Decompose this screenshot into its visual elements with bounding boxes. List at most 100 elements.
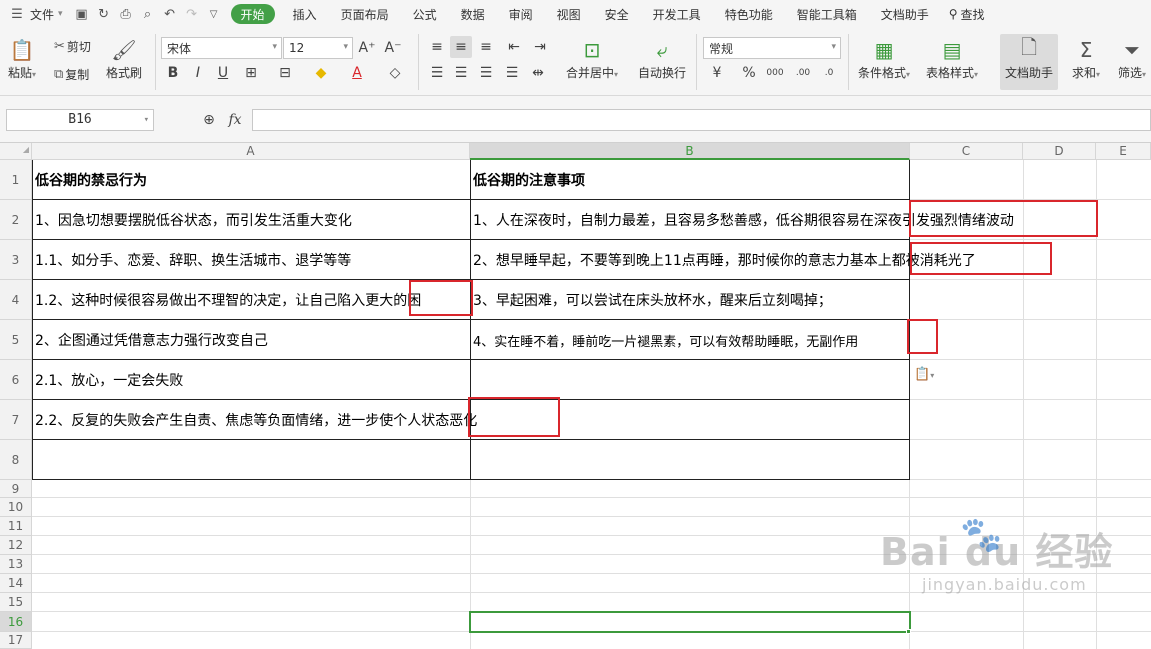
justify-icon[interactable]: ☰ [501,62,523,84]
row-header-11[interactable]: 11 [0,517,32,536]
row-header-3[interactable]: 3 [0,240,32,280]
format-painter-button[interactable]: 🖌 格式刷 [106,36,142,81]
tab-special-features[interactable]: 特色功能 [713,0,785,28]
row-header-13[interactable]: 13 [0,555,32,574]
cut-button[interactable]: ✂ 剪切 [54,38,91,55]
autosave-icon[interactable]: ↻ [93,3,115,25]
outdent-icon[interactable]: ⇤ [503,36,525,58]
tab-page-layout[interactable]: 页面布局 [329,0,401,28]
row-header-14[interactable]: 14 [0,574,32,593]
tab-home[interactable]: 开始 [230,4,275,24]
font-name-select[interactable]: 宋体 ▾ [161,37,282,59]
row-header-5[interactable]: 5 [0,320,32,360]
paste-button[interactable]: 📋 粘贴▾ [8,36,36,81]
tab-smart-toolbox[interactable]: 智能工具箱 [785,0,869,28]
filter-button[interactable]: ⏷ 筛选▾ [1118,36,1146,81]
cell-b3[interactable]: 2、想早睡早起，不要等到晚上11点再睡，那时候你的意志力基本上都被消耗光了 [470,240,976,280]
row-header-15[interactable]: 15 [0,593,32,612]
tab-formulas[interactable]: 公式 [401,0,449,28]
cell-style-icon[interactable]: ⊟ [274,62,296,84]
row-header-12[interactable]: 12 [0,536,32,555]
tab-review[interactable]: 审阅 [497,0,545,28]
name-box[interactable]: B16 ▾ [6,109,154,131]
search-button[interactable]: ⚲ 查找 [941,0,993,28]
tab-view[interactable]: 视图 [545,0,593,28]
fill-handle[interactable] [906,629,911,634]
column-header-e[interactable]: E [1096,143,1151,160]
fill-color-icon[interactable]: ◆ [310,62,332,84]
row-header-4[interactable]: 4 [0,280,32,320]
undo-icon[interactable]: ↶ [159,3,181,25]
row-header-10[interactable]: 10 [0,498,32,517]
indent-icon[interactable]: ⇥ [529,36,551,58]
table-style-button[interactable]: ▤ 表格样式▾ [926,36,978,81]
customize-icon[interactable]: ▽ [203,3,225,25]
cell-a3[interactable]: 1.1、如分手、恋爱、辞职、换生活城市、退学等等 [32,240,351,280]
cell-a4[interactable]: 1.2、这种时候很容易做出不理智的决定，让自己陷入更大的困 [32,280,470,320]
print-icon[interactable]: ⎙ [115,3,137,25]
percent-icon[interactable]: % [738,62,760,84]
bold-icon[interactable]: B [162,62,184,84]
cell-a6[interactable]: 2.1、放心，一定会失败 [32,360,183,400]
tab-doc-assistant[interactable]: 文档助手 [869,0,941,28]
align-left-icon[interactable]: ☰ [426,62,448,84]
font-size-select[interactable]: 12 ▾ [283,37,353,59]
cell-a5[interactable]: 2、企图通过凭借意志力强行改变自己 [32,320,268,360]
row-header-6[interactable]: 6 [0,360,32,400]
decrease-decimal-icon[interactable]: .0 [818,62,840,84]
row-header-7[interactable]: 7 [0,400,32,440]
align-top-icon[interactable]: ≡ [426,36,448,58]
border-icon[interactable]: ⊞ [240,62,262,84]
underline-icon[interactable]: U [212,62,234,84]
selected-cell-b16[interactable] [469,611,911,633]
cell-b1[interactable]: 低谷期的注意事项 [470,160,585,200]
cell-a7[interactable]: 2.2、反复的失败会产生自责、焦虑等负面情绪，进一步使个人状态恶化 [32,400,477,440]
app-menu-icon[interactable]: ☰ [6,3,28,25]
paste-options-icon[interactable]: 📋▾ [914,367,934,382]
decrease-font-icon[interactable]: A⁻ [382,37,404,59]
doc-assistant-button[interactable]: 🗋 文档助手 [1000,34,1058,90]
row-header-2[interactable]: 2 [0,200,32,240]
cell-a2[interactable]: 1、因急切想要摆脱低谷状态，而引发生活重大变化 [32,200,352,240]
align-bottom-icon[interactable]: ≡ [475,36,497,58]
thousands-icon[interactable]: 000 [764,62,786,84]
increase-font-icon[interactable]: A⁺ [356,37,378,59]
tab-insert[interactable]: 插入 [281,0,329,28]
align-middle-icon[interactable]: ≡ [450,36,472,58]
file-menu[interactable]: 文件 ▾ [28,0,71,28]
increase-decimal-icon[interactable]: .00 [792,62,814,84]
clear-icon[interactable]: ◇ [384,62,406,84]
conditional-format-button[interactable]: ▦ 条件格式▾ [858,36,910,81]
redo-icon[interactable]: ↷ [181,3,203,25]
select-all-corner[interactable]: ◢ [0,143,32,160]
currency-icon[interactable]: ¥ [706,62,728,84]
cell-b5[interactable]: 4、实在睡不着，睡前吃一片褪黑素，可以有效帮助睡眠，无副作用 [470,320,858,360]
print-preview-icon[interactable]: ⌕ [137,3,159,25]
row-header-9[interactable]: 9 [0,480,32,498]
column-header-c[interactable]: C [910,143,1023,160]
copy-button[interactable]: ⧉ 复制 [54,66,89,83]
column-header-b[interactable]: B [470,143,910,160]
cell-a1[interactable]: 低谷期的禁忌行为 [32,160,147,200]
sum-button[interactable]: Σ 求和▾ [1072,36,1100,81]
column-header-a[interactable]: A [32,143,470,160]
column-header-d[interactable]: D [1023,143,1096,160]
row-header-16[interactable]: 16 [0,612,32,632]
align-right-icon[interactable]: ☰ [475,62,497,84]
distribute-icon[interactable]: ⇹ [527,62,549,84]
cell-b4[interactable]: 3、早起困难，可以尝试在床头放杯水，醒来后立刻喝掉； [470,280,832,320]
zoom-icon[interactable]: ⊕ [198,109,220,131]
save-icon[interactable]: ▣ [71,3,93,25]
align-center-icon[interactable]: ☰ [450,62,472,84]
italic-icon[interactable]: I [187,62,209,84]
tab-data[interactable]: 数据 [449,0,497,28]
row-header-1[interactable]: 1 [0,160,32,200]
font-color-icon[interactable]: A [346,62,368,84]
wrap-text-button[interactable]: ⤶ 自动换行 [638,36,686,81]
merge-center-button[interactable]: ⊡ 合并居中▾ [566,36,618,81]
number-format-select[interactable]: 常规 ▾ [703,37,841,59]
fx-icon[interactable]: fx [224,109,246,131]
row-header-8[interactable]: 8 [0,440,32,480]
row-header-17[interactable]: 17 [0,632,32,649]
tab-developer[interactable]: 开发工具 [641,0,713,28]
